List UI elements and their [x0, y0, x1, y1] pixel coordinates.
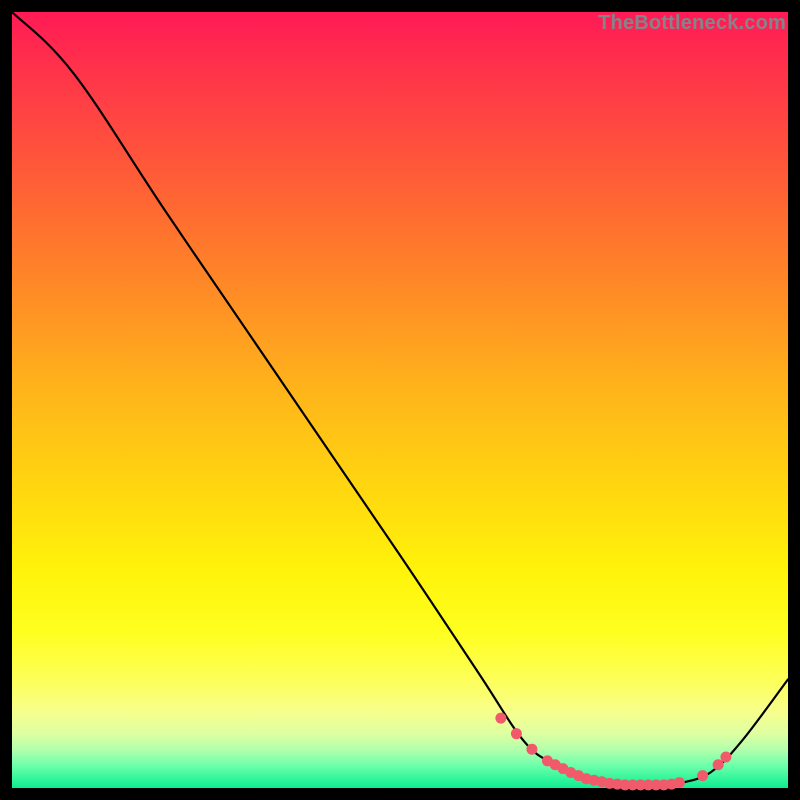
highlight-dot	[720, 751, 731, 762]
chart-svg	[12, 12, 788, 788]
curve-path	[12, 12, 788, 786]
highlight-dot	[511, 728, 522, 739]
highlight-dot	[713, 759, 724, 770]
attribution-text: TheBottleneck.com	[598, 12, 786, 35]
highlight-dot	[526, 744, 537, 755]
highlight-dot	[495, 713, 506, 724]
chart-container: TheBottleneck.com	[0, 0, 800, 800]
highlight-dot	[697, 770, 708, 781]
highlight-dot	[674, 777, 685, 788]
